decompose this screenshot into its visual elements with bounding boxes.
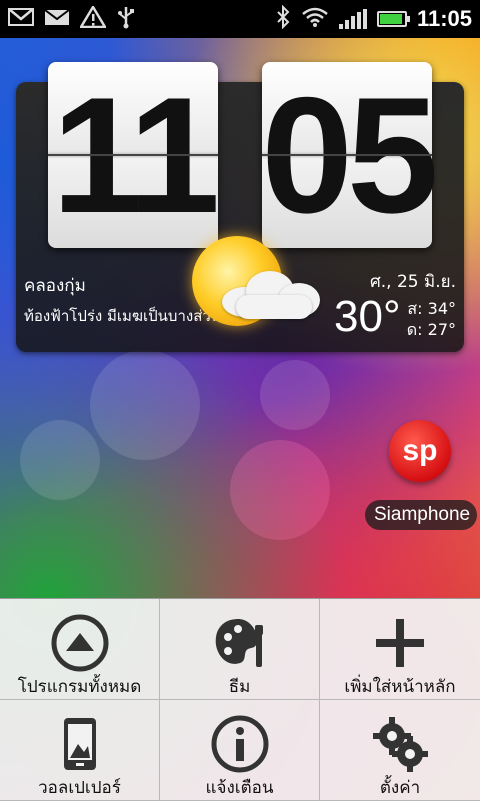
wallpaper-bokeh [230, 440, 330, 540]
siamphone-shortcut-icon[interactable]: sp [389, 420, 451, 482]
status-time: 11:05 [416, 6, 472, 31]
menu-item-add-to-home[interactable]: เพิ่มใส่หน้าหลัก [320, 599, 480, 700]
signal-icon [338, 9, 367, 29]
usb-icon [116, 5, 136, 34]
add-icon [376, 619, 424, 667]
wallpaper-icon [63, 718, 96, 770]
weather-low: ด: 27° [406, 320, 456, 339]
weather-location: คลองกุ่ม [24, 276, 86, 296]
wifi-icon [301, 6, 329, 33]
wallpaper-bokeh [260, 360, 330, 430]
warning-icon [78, 4, 108, 33]
menu-item-label: ตั้งค่า [379, 778, 421, 798]
flip-hinge [48, 154, 218, 156]
palette-icon [215, 619, 263, 667]
settings-icon [373, 717, 428, 772]
wallpaper-bokeh [90, 350, 200, 460]
weather-date: ศ., 25 มิ.ย. [369, 272, 456, 292]
wallpaper-bokeh [20, 420, 100, 500]
menu-item-label: ธีม [228, 677, 251, 697]
bluetooth-icon [275, 4, 291, 34]
weather-condition: ท้องฟ้าโปร่ง มีเมฆเป็นบางส่วน [24, 307, 222, 325]
hours-flip-card: 11 [48, 62, 220, 248]
menu-item-settings[interactable]: ตั้งค่า [320, 700, 480, 801]
cloud-icon [222, 265, 322, 321]
minutes-flip-card: 05 [261, 62, 439, 248]
flip-hinge [262, 154, 432, 156]
options-menu: โปรแกรมทั้งหมด ธีม เพิ่มใส่หน้าหลัก วอลเ… [0, 598, 480, 801]
siamphone-shortcut-label[interactable]: Siamphone [365, 500, 477, 530]
menu-item-all-apps[interactable]: โปรแกรมทั้งหมด [0, 599, 160, 700]
battery-icon [376, 11, 410, 27]
gmail-icon [8, 6, 34, 33]
sp-icon-text: sp [402, 434, 438, 467]
weather-temperature: 30° [334, 292, 401, 341]
menu-item-notifications[interactable]: แจ้งเตือน [160, 700, 320, 801]
menu-item-wallpaper[interactable]: วอลเปเปอร์ [0, 700, 160, 801]
all-apps-icon [51, 614, 108, 672]
menu-item-label: วอลเปเปอร์ [38, 778, 121, 798]
menu-item-theme[interactable]: ธีม [160, 599, 320, 700]
menu-item-label: แจ้งเตือน [205, 778, 274, 798]
status-bar[interactable]: 11:05 [0, 0, 480, 38]
info-icon [211, 715, 268, 773]
menu-item-label: เพิ่มใส่หน้าหลัก [344, 677, 456, 697]
mail-icon [44, 6, 70, 33]
menu-item-label: โปรแกรมทั้งหมด [17, 677, 142, 697]
